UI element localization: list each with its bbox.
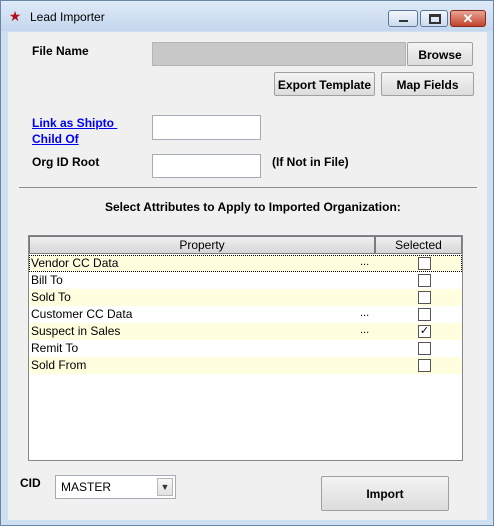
maximize-button[interactable] (420, 10, 448, 27)
column-header-property[interactable]: Property (29, 236, 375, 254)
link-as-shipto-input[interactable] (152, 115, 261, 140)
link-label-line1: Link as Shipto (32, 116, 118, 130)
import-button[interactable]: Import (321, 476, 449, 511)
lead-importer-window: ★ Lead Importer ✕ File Name Browse Expor… (0, 0, 494, 526)
cid-label: CID (20, 476, 41, 490)
property-name: Sold To (31, 290, 71, 304)
link-label-line2: Child Of (32, 132, 79, 146)
browse-button-label: Browse (418, 48, 462, 62)
org-id-root-label: Org ID Root (32, 155, 100, 169)
attributes-grid[interactable]: Property Selected Vendor CC Data... Bill … (28, 235, 463, 461)
export-template-button[interactable]: Export Template (274, 72, 375, 96)
org-id-root-input[interactable] (152, 154, 261, 178)
property-ellipsis-button[interactable]: ... (360, 324, 369, 337)
import-button-label: Import (366, 487, 404, 501)
table-row[interactable]: Suspect in Sales... ✓ (29, 323, 462, 340)
export-template-label: Export Template (277, 78, 372, 92)
file-name-label: File Name (32, 44, 89, 58)
title-bar[interactable]: ★ Lead Importer ✕ (1, 1, 493, 31)
property-name: Remit To (31, 341, 79, 355)
property-name: Vendor CC Data (31, 256, 119, 270)
property-name: Customer CC Data (31, 307, 133, 321)
browse-button[interactable]: Browse (407, 42, 473, 66)
minimize-icon (399, 20, 408, 22)
selected-checkbox[interactable] (418, 308, 431, 321)
org-id-hint: (If Not in File) (272, 155, 349, 169)
map-fields-label: Map Fields (396, 78, 459, 92)
selected-checkbox[interactable] (418, 274, 431, 287)
property-name: Bill To (31, 273, 63, 287)
minimize-button[interactable] (388, 10, 418, 27)
column-header-selected[interactable]: Selected (375, 236, 462, 254)
chevron-down-icon[interactable]: ▼ (157, 478, 173, 496)
property-ellipsis-button[interactable]: ... (360, 256, 369, 269)
table-row[interactable]: Customer CC Data... (29, 306, 462, 323)
file-name-field[interactable] (152, 42, 406, 66)
window-title: Lead Importer (30, 10, 105, 24)
selected-checkbox[interactable] (418, 342, 431, 355)
star-icon: ★ (8, 8, 22, 24)
cid-select[interactable]: MASTER ▼ (55, 475, 176, 499)
table-row[interactable]: Sold To (29, 289, 462, 306)
divider (19, 187, 477, 188)
property-name: Suspect in Sales (31, 324, 121, 338)
table-row[interactable]: Sold From (29, 357, 462, 374)
selected-checkbox[interactable]: ✓ (418, 325, 431, 338)
selected-checkbox[interactable] (418, 359, 431, 372)
link-as-shipto-child-of-link[interactable]: Link as Shipto Child Of (32, 115, 117, 147)
table-row[interactable]: Remit To (29, 340, 462, 357)
grid-header: Property Selected (29, 236, 462, 254)
selected-checkbox[interactable] (418, 257, 431, 270)
close-icon: ✕ (462, 11, 474, 26)
cid-select-value: MASTER (61, 480, 112, 494)
dialog-body: File Name Browse Export Template Map Fie… (8, 32, 487, 520)
selected-checkbox[interactable] (418, 291, 431, 304)
close-button[interactable]: ✕ (450, 10, 486, 27)
property-name: Sold From (31, 358, 87, 372)
maximize-icon (429, 14, 441, 24)
table-row[interactable]: Vendor CC Data... (29, 255, 462, 272)
map-fields-button[interactable]: Map Fields (381, 72, 474, 96)
table-row[interactable]: Bill To (29, 272, 462, 289)
property-ellipsis-button[interactable]: ... (360, 307, 369, 320)
attributes-heading: Select Attributes to Apply to Imported O… (105, 200, 401, 214)
